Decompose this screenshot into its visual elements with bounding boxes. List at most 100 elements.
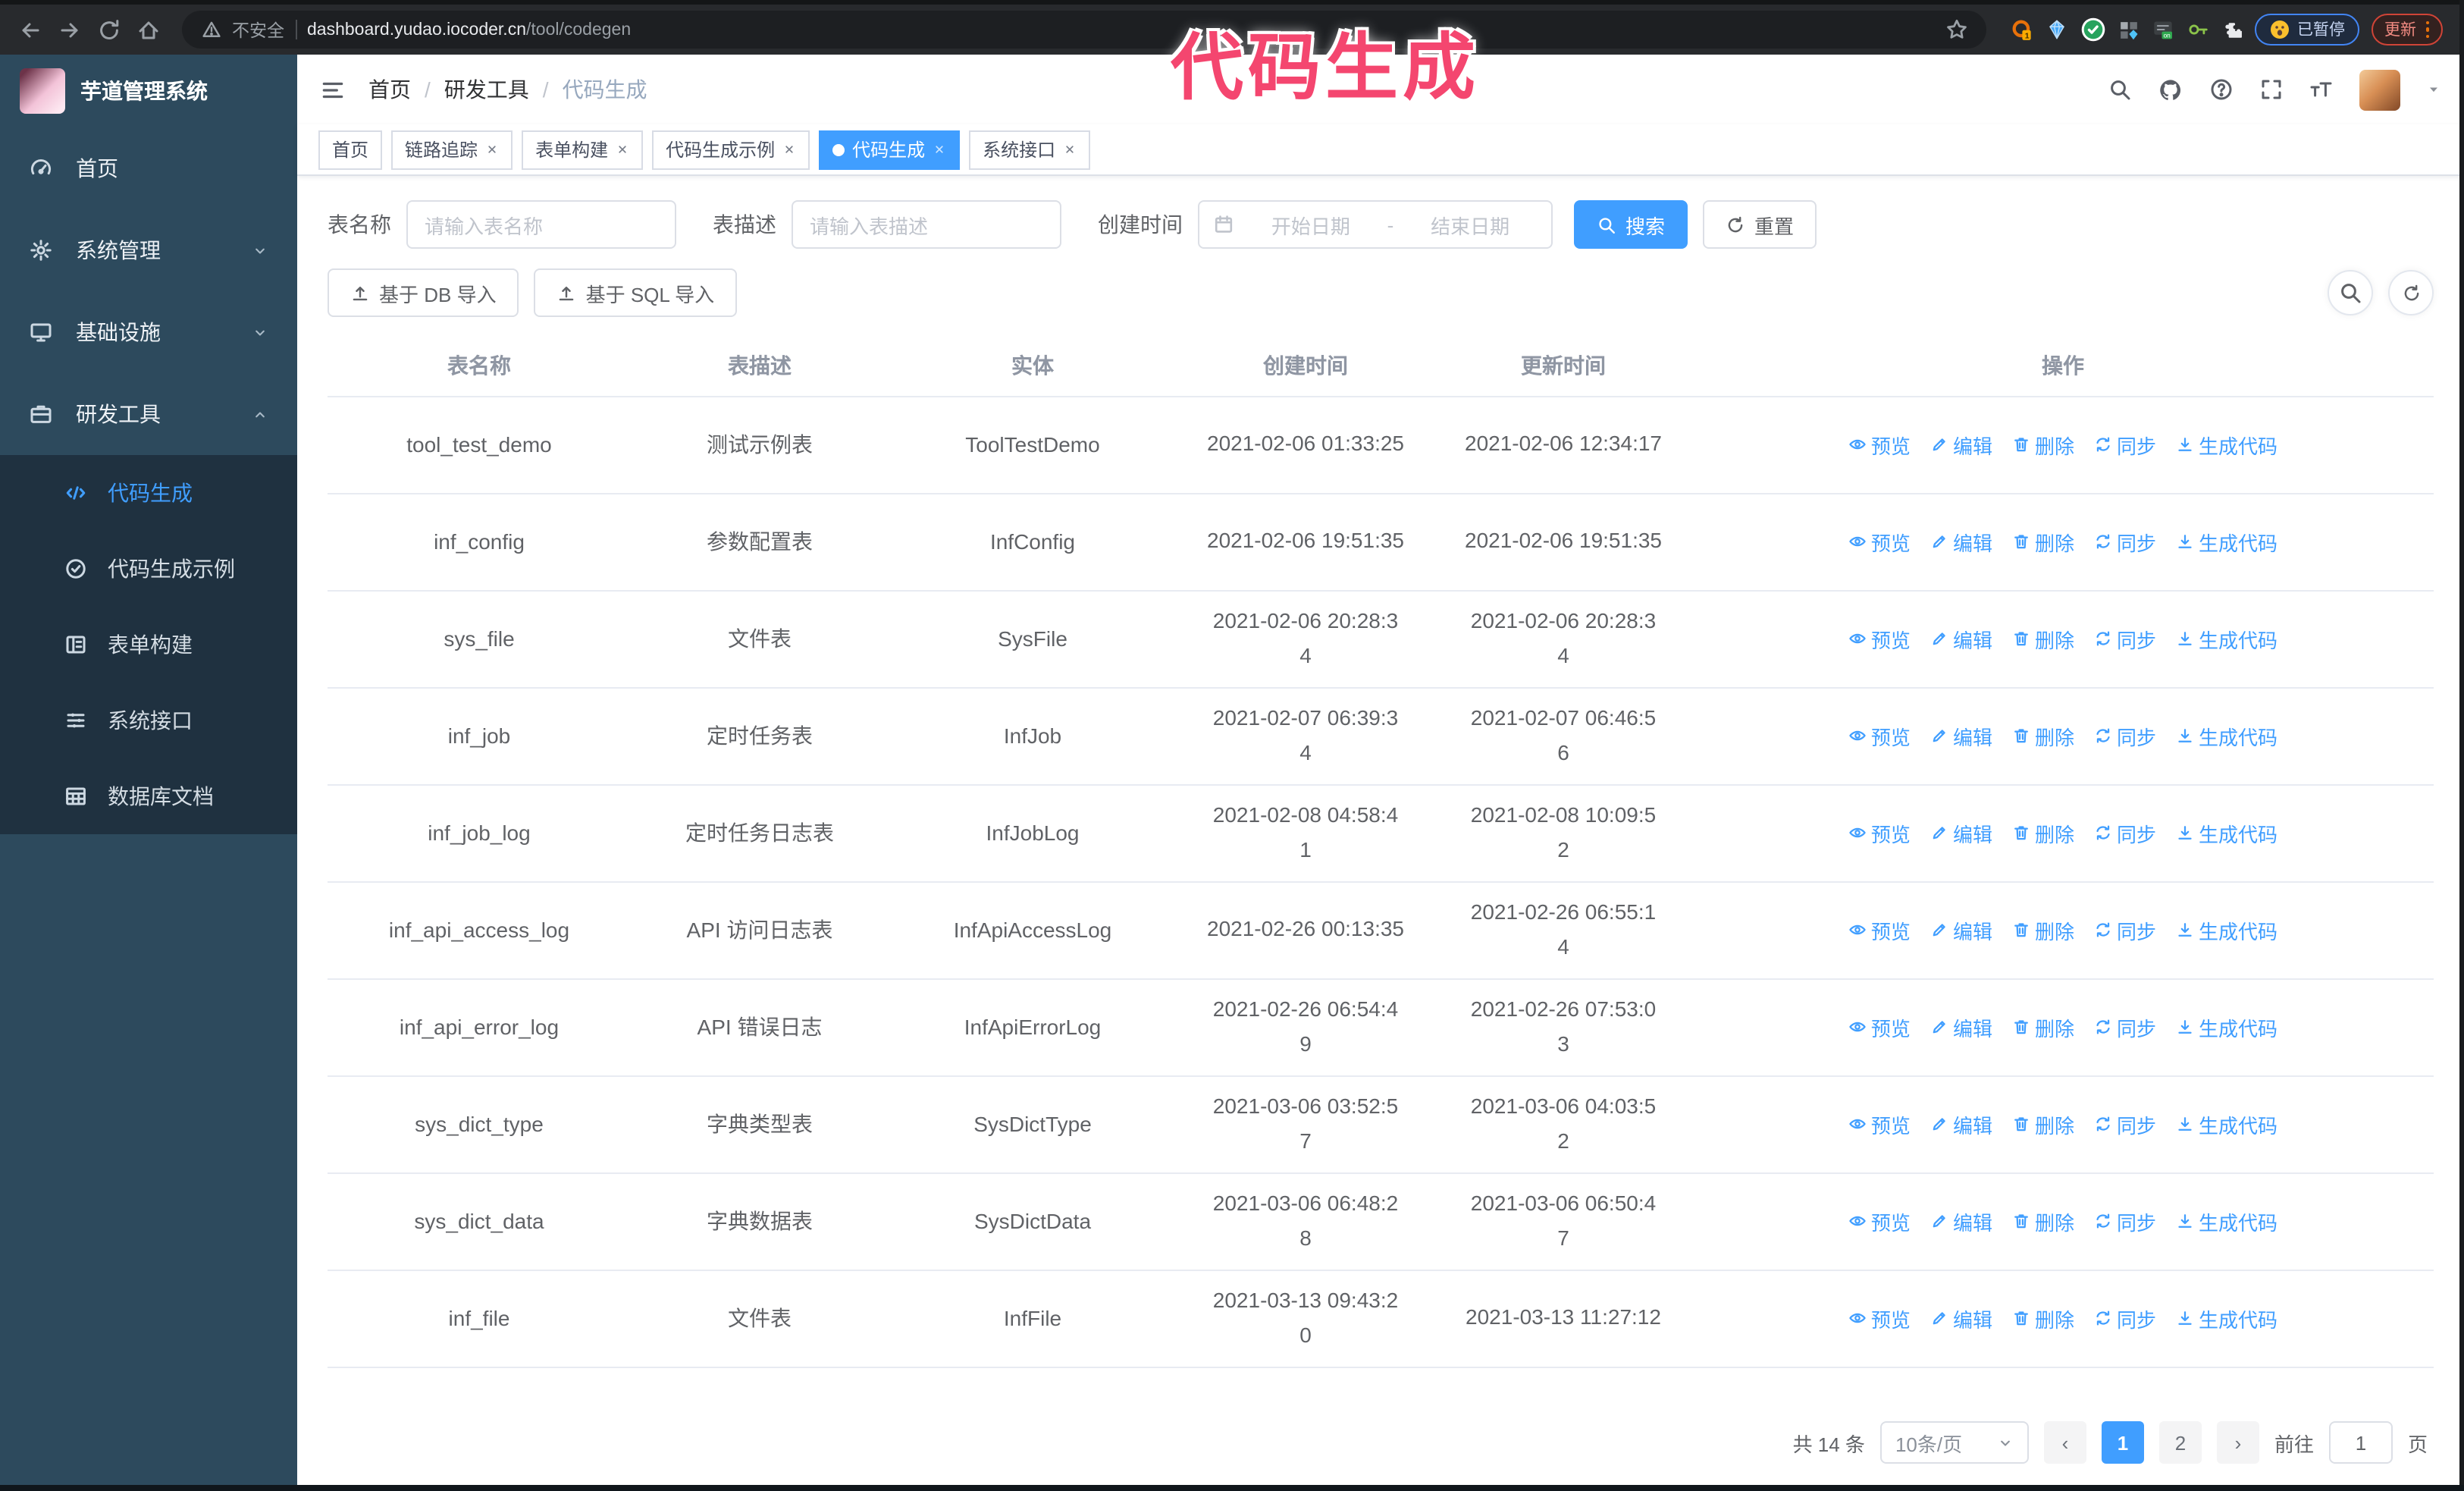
app-logo[interactable]: 芋道管理系统 xyxy=(0,55,297,127)
submenu-item-4[interactable]: 数据库文档 xyxy=(0,758,297,834)
browser-back-icon[interactable] xyxy=(12,11,49,48)
table-row[interactable]: sys_file 文件表 SysFile 2021-02-06 20:28:3 4 20… xyxy=(328,590,2434,688)
end-date-placeholder[interactable]: 结束日期 xyxy=(1403,210,1538,239)
page-button-2[interactable]: 2 xyxy=(2158,1421,2202,1464)
user-avatar[interactable] xyxy=(2359,69,2400,110)
hamburger-icon[interactable] xyxy=(320,77,346,102)
action-generate-code-link[interactable]: 生成代码 xyxy=(2176,721,2277,750)
action-preview-link[interactable]: 预览 xyxy=(1848,915,1911,944)
sidebar-item-1[interactable]: 系统管理 xyxy=(0,209,297,291)
tab-close-icon[interactable] xyxy=(485,143,499,156)
tab-close-icon[interactable] xyxy=(616,143,629,156)
tab-5[interactable]: 系统接口 xyxy=(969,130,1091,169)
action-generate-code-link[interactable]: 生成代码 xyxy=(2176,1304,2277,1332)
action-edit-link[interactable]: 编辑 xyxy=(1930,1110,1992,1138)
tab-3[interactable]: 代码生成示例 xyxy=(652,130,810,169)
action-delete-link[interactable]: 删除 xyxy=(2012,818,2074,847)
submenu-item-2[interactable]: 表单构建 xyxy=(0,607,297,683)
table-row[interactable]: tool_test_demo 测试示例表 ToolTestDemo 2021-02-0… xyxy=(328,396,2434,494)
submenu-item-3[interactable]: 系统接口 xyxy=(0,683,297,758)
security-label[interactable]: 不安全 xyxy=(232,17,284,42)
check-extension-icon[interactable] xyxy=(2080,17,2106,42)
browser-reload-icon[interactable] xyxy=(91,11,127,48)
action-preview-link[interactable]: 预览 xyxy=(1848,1304,1911,1332)
action-preview-link[interactable]: 预览 xyxy=(1848,624,1911,653)
browser-update-button[interactable]: 更新 xyxy=(2371,14,2443,46)
action-generate-code-link[interactable]: 生成代码 xyxy=(2176,1207,2277,1235)
action-delete-link[interactable]: 删除 xyxy=(2012,721,2074,750)
date-range-picker[interactable]: 开始日期 - 结束日期 xyxy=(1198,200,1553,249)
action-generate-code-link[interactable]: 生成代码 xyxy=(2176,818,2277,847)
column-header-0[interactable]: 表名称 xyxy=(328,335,631,397)
browser-forward-icon[interactable] xyxy=(52,11,88,48)
refresh-table-button[interactable] xyxy=(2388,270,2434,315)
submenu-item-1[interactable]: 代码生成示例 xyxy=(0,531,297,607)
column-header-3[interactable]: 创建时间 xyxy=(1177,335,1434,397)
action-edit-link[interactable]: 编辑 xyxy=(1930,1207,1992,1235)
sidebar-item-0[interactable]: 首页 xyxy=(0,127,297,209)
action-delete-link[interactable]: 删除 xyxy=(2012,1207,2074,1235)
toggle-search-button[interactable] xyxy=(2328,270,2373,315)
bookmark-star-icon[interactable] xyxy=(1945,18,1968,41)
action-preview-link[interactable]: 预览 xyxy=(1848,721,1911,750)
table-row[interactable]: inf_job_log 定时任务日志表 InfJobLog 2021-02-08 04… xyxy=(328,784,2434,882)
action-edit-link[interactable]: 编辑 xyxy=(1930,818,1992,847)
action-sync-link[interactable]: 同步 xyxy=(2094,1012,2156,1041)
tab-close-icon[interactable] xyxy=(782,143,796,156)
action-edit-link[interactable]: 编辑 xyxy=(1930,1012,1992,1041)
action-preview-link[interactable]: 预览 xyxy=(1848,430,1911,459)
tab-4[interactable]: 代码生成 xyxy=(819,130,961,169)
tab-0[interactable]: 首页 xyxy=(318,130,383,169)
action-delete-link[interactable]: 删除 xyxy=(2012,1012,2074,1041)
action-sync-link[interactable]: 同步 xyxy=(2094,915,2156,944)
action-preview-link[interactable]: 预览 xyxy=(1848,1110,1911,1138)
submenu-item-0[interactable]: 代码生成 xyxy=(0,455,297,531)
action-preview-link[interactable]: 预览 xyxy=(1848,1207,1911,1235)
action-delete-link[interactable]: 删除 xyxy=(2012,430,2074,459)
table-row[interactable]: inf_api_access_log API 访问日志表 InfApiAccessL… xyxy=(328,881,2434,979)
action-generate-code-link[interactable]: 生成代码 xyxy=(2176,527,2277,556)
table-row[interactable]: sys_dict_type 字典类型表 SysDictType 2021-03-06 … xyxy=(328,1075,2434,1173)
scrollbar-track[interactable] xyxy=(2459,0,2464,1491)
action-generate-code-link[interactable]: 生成代码 xyxy=(2176,1012,2277,1041)
table-desc-input[interactable]: 请输入表描述 xyxy=(792,200,1061,249)
action-preview-link[interactable]: 预览 xyxy=(1848,527,1911,556)
table-row[interactable]: inf_config 参数配置表 InfConfig 2021-02-06 19:51… xyxy=(328,493,2434,591)
action-generate-code-link[interactable]: 生成代码 xyxy=(2176,915,2277,944)
sidebar-item-2[interactable]: 基础设施 xyxy=(0,291,297,373)
chevron-down-icon[interactable] xyxy=(2426,82,2441,97)
action-generate-code-link[interactable]: 生成代码 xyxy=(2176,1110,2277,1138)
puzzle-extensions-icon[interactable] xyxy=(2221,19,2243,40)
action-edit-link[interactable]: 编辑 xyxy=(1930,430,1992,459)
action-sync-link[interactable]: 同步 xyxy=(2094,1207,2156,1235)
github-icon[interactable] xyxy=(2158,77,2183,102)
action-edit-link[interactable]: 编辑 xyxy=(1930,527,1992,556)
action-delete-link[interactable]: 删除 xyxy=(2012,527,2074,556)
action-sync-link[interactable]: 同步 xyxy=(2094,1110,2156,1138)
reset-button[interactable]: 重置 xyxy=(1703,200,1817,249)
action-preview-link[interactable]: 预览 xyxy=(1848,818,1911,847)
page-size-select[interactable]: 10条/页 xyxy=(1879,1421,2029,1464)
action-edit-link[interactable]: 编辑 xyxy=(1930,1304,1992,1332)
table-row[interactable]: sys_dict_data 字典数据表 SysDictData 2021-03-06 … xyxy=(328,1172,2434,1270)
action-delete-link[interactable]: 删除 xyxy=(2012,915,2074,944)
action-edit-link[interactable]: 编辑 xyxy=(1930,624,1992,653)
tab-close-icon[interactable] xyxy=(933,143,946,156)
search-button[interactable]: 搜索 xyxy=(1574,200,1688,249)
action-sync-link[interactable]: 同步 xyxy=(2094,818,2156,847)
sidebar-item-3[interactable]: 研发工具 xyxy=(0,373,297,455)
fullscreen-icon[interactable] xyxy=(2259,77,2284,102)
grid-extension-icon[interactable] xyxy=(2118,19,2140,40)
onetab-extension-icon[interactable]: 1 xyxy=(2011,18,2033,41)
action-sync-link[interactable]: 同步 xyxy=(2094,430,2156,459)
dark-on-extension-icon[interactable]: on xyxy=(2152,18,2174,41)
column-header-4[interactable]: 更新时间 xyxy=(1434,335,1692,397)
browser-home-icon[interactable] xyxy=(130,11,167,48)
action-delete-link[interactable]: 删除 xyxy=(2012,624,2074,653)
column-header-5[interactable]: 操作 xyxy=(1692,335,2434,397)
gem-extension-icon[interactable] xyxy=(2045,18,2068,41)
header-search-icon[interactable] xyxy=(2108,77,2132,102)
action-sync-link[interactable]: 同步 xyxy=(2094,1304,2156,1332)
action-sync-link[interactable]: 同步 xyxy=(2094,624,2156,653)
breadcrumb-item-0[interactable]: 首页 xyxy=(368,74,411,105)
